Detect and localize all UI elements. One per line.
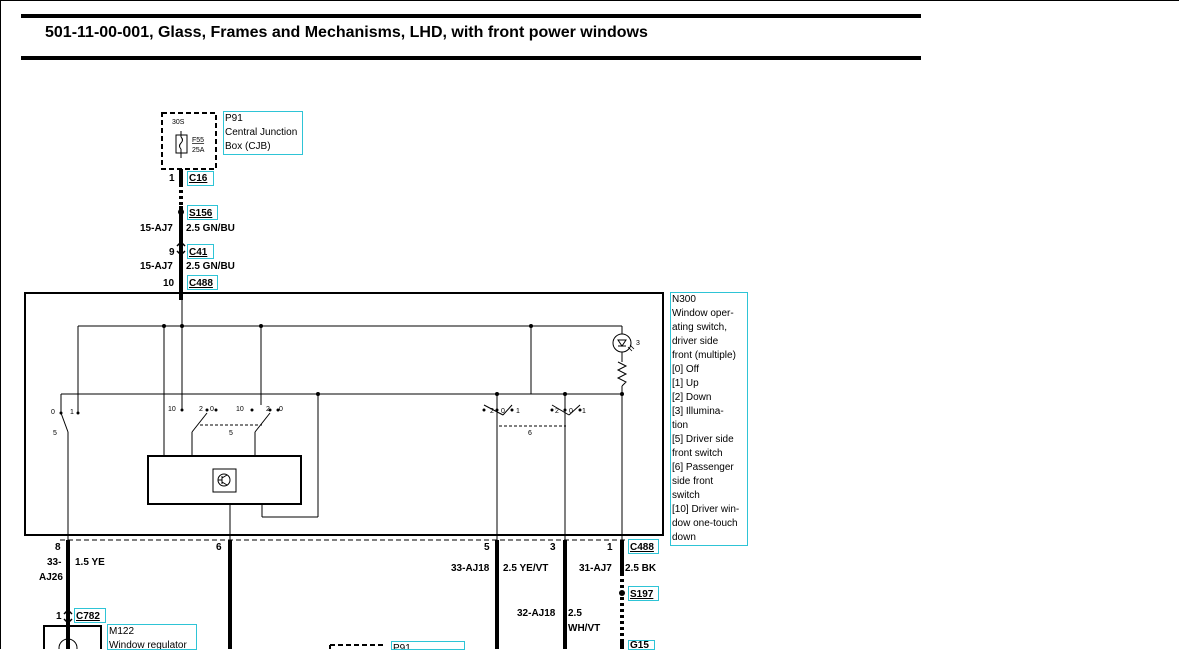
caption-line: [10] Driver win- — [672, 504, 740, 515]
c488-top-pin: 10 — [163, 278, 175, 289]
c488-top-highlight[interactable] — [187, 275, 218, 290]
sw5-num: 5 — [53, 430, 57, 437]
swb-pos0: 0 — [279, 406, 283, 413]
n300-caption: N300 Window oper- ating switch, driver s… — [670, 292, 748, 546]
c16-highlight[interactable] — [187, 171, 214, 186]
junction-dots — [59, 324, 624, 415]
caption-line: ating switch, — [672, 322, 728, 333]
led-symbol — [617, 339, 627, 347]
light-rays-icon — [627, 344, 635, 352]
caption-line: Window oper- — [672, 308, 734, 319]
caption-line: [2] Down — [672, 392, 712, 403]
caption-line: [5] Driver side — [672, 434, 734, 445]
caption-line: [6] Passenger — [672, 462, 734, 473]
s156-splice — [178, 209, 184, 215]
pin5: 5 — [484, 542, 490, 553]
swd-pos0: 0 — [569, 408, 573, 415]
wire3-spec-a: 2.5 — [568, 608, 582, 619]
swd-pos2: 2 — [555, 408, 559, 415]
caption-line: Box (CJB) — [225, 141, 271, 152]
c41-highlight[interactable] — [187, 244, 214, 259]
wire3-spec-b: WH/VT — [568, 623, 600, 634]
sw5-pos1: 1 — [70, 409, 74, 416]
wire2-circuit: 15-AJ7 — [140, 261, 173, 272]
caption-line: M122 — [109, 626, 135, 637]
caption-line: dow one-touch — [672, 518, 738, 529]
swa-pos2: 2 — [199, 406, 203, 413]
swc-pos2: 2 — [490, 408, 494, 415]
swb-pos10: 10 — [236, 406, 244, 413]
pin3: 3 — [550, 542, 556, 553]
caption-line: Central Junction — [225, 127, 298, 138]
wire3-circuit: 32-AJ18 — [517, 608, 556, 619]
wire2-spec: 2.5 GN/BU — [186, 261, 235, 272]
illumination-lamp-icon — [612, 333, 632, 353]
wire1-spec: 2.5 BK — [625, 563, 657, 574]
p91-caption: P91 Central Junction Box (CJB) — [223, 111, 303, 155]
s156-highlight[interactable] — [187, 205, 218, 220]
swa-pos0: 0 — [210, 406, 214, 413]
caption-line: N300 — [672, 294, 696, 305]
pin8: 8 — [55, 542, 61, 553]
c41-pin: 9 — [169, 247, 175, 258]
caption-line: front (multiple) — [672, 350, 736, 361]
m122-box — [43, 625, 102, 649]
wire8-circuit-a: 33- — [47, 557, 61, 568]
m122-caption: M122 Window regulator — [107, 624, 197, 650]
wire8-circuit-b: AJ26 — [39, 572, 63, 583]
swd-pos1: 1 — [582, 408, 586, 415]
sw-group6-num: 6 — [528, 430, 532, 437]
caption-line: [1] Up — [672, 378, 699, 389]
s197-splice — [619, 590, 625, 596]
caption-line: tion — [672, 420, 689, 431]
wire1-circuit: 15-AJ7 — [140, 223, 173, 234]
cjb-terminal-label: 30S — [172, 119, 185, 126]
c488-bottom-highlight[interactable] — [628, 539, 659, 554]
wire5-spec: 2.5 YE/VT — [503, 563, 548, 574]
swb-pos2: 2 — [266, 406, 270, 413]
swc-pos0: 0 — [501, 408, 505, 415]
fuse-label: F55 — [192, 137, 204, 144]
c16-pin: 1 — [169, 173, 175, 184]
sw5-pos0: 0 — [51, 409, 55, 416]
c782-pin: 1 — [56, 611, 62, 622]
caption-line: front switch — [672, 448, 723, 459]
swa-pos10: 10 — [168, 406, 176, 413]
caption-line: side front — [672, 476, 714, 487]
wiring-diagram: 30S F55 25A 1 C16 S156 15-AJ7 2.5 GN/BU … — [24, 112, 664, 649]
caption-line: switch — [672, 490, 700, 501]
n300-internal-wiring — [60, 290, 628, 540]
swc-pos1: 1 — [516, 408, 520, 415]
transistor-box — [212, 468, 237, 493]
s197-highlight[interactable] — [628, 586, 659, 601]
pin6: 6 — [216, 542, 222, 553]
sw-group5-num: 5 — [229, 430, 233, 437]
fuse-rating: 25A — [192, 147, 205, 154]
wire5-circuit: 33-AJ18 — [451, 563, 490, 574]
pin1: 1 — [607, 542, 613, 553]
lamp-number: 3 — [636, 340, 640, 347]
wire1-spec: 2.5 GN/BU — [186, 223, 235, 234]
wire1-circuit: 31-AJ7 — [579, 563, 612, 574]
one-touch-control-unit — [147, 455, 302, 505]
caption-line: [0] Off — [672, 364, 700, 375]
caption-line: P91 — [225, 113, 243, 124]
c782-highlight[interactable] — [74, 608, 106, 623]
cjb-box — [161, 112, 217, 170]
caption-line: down — [672, 532, 696, 543]
caption-line: [3] Illumina- — [672, 406, 724, 417]
caption-line: driver side — [672, 336, 719, 347]
caption-line: Window regulator — [109, 640, 187, 650]
wire8-spec: 1.5 YE — [75, 557, 105, 568]
